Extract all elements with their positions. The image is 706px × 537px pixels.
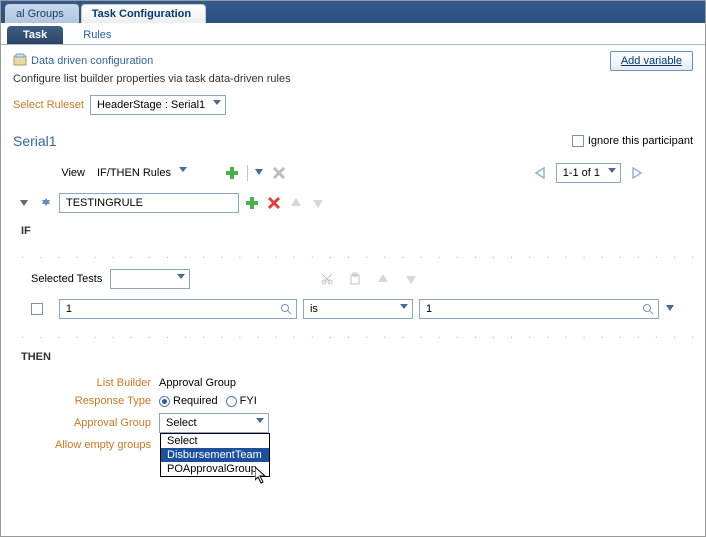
response-fyi-label: FYI (240, 395, 257, 407)
view-value: IF/THEN Rules (97, 167, 171, 179)
response-required-radio[interactable]: Required (159, 395, 218, 407)
condition-menu-button[interactable] (665, 303, 675, 316)
view-row: View IF/THEN Rules 1-1 of 1 (1, 161, 705, 185)
divider-dots: . . . . . . . . . . . . . . . . . . . . … (1, 249, 705, 261)
add-variable-button[interactable]: Add variable (610, 51, 693, 71)
subtab-task[interactable]: Task (7, 26, 63, 44)
pager: 1-1 of 1 (532, 163, 645, 183)
cut-button[interactable] (318, 270, 336, 288)
condition-operator-dropdown[interactable]: is (303, 299, 413, 319)
view-label: View (15, 167, 85, 179)
select-ruleset-label: Select Ruleset (13, 99, 84, 111)
subtab-rules[interactable]: Rules (67, 26, 127, 44)
subtab-bar: Task Rules (1, 23, 705, 45)
page-title: Data driven configuration (31, 55, 153, 67)
condition-row: is (1, 297, 705, 321)
select-ruleset-row: Select Ruleset HeaderStage : Serial1 (13, 95, 693, 115)
approval-group-dropdown[interactable]: Select Select DisbursementTeam POApprova… (159, 413, 269, 433)
top-bar: al Groups Task Configuration (1, 1, 705, 23)
chevron-down-icon (256, 418, 264, 423)
add-rule-button[interactable] (223, 164, 241, 182)
chevron-down-icon[interactable] (254, 167, 264, 180)
pager-range: 1-1 of 1 (563, 167, 600, 179)
serial-title: Serial1 (13, 133, 57, 149)
condition-checkbox[interactable] (31, 303, 43, 315)
add-condition-button[interactable] (243, 194, 261, 212)
move-up-button[interactable] (374, 270, 392, 288)
search-icon (642, 303, 654, 315)
chevron-down-icon (608, 168, 616, 173)
page-title-row: Data driven configuration (13, 53, 153, 70)
divider-dots: . . . . . . . . . . . . . . . . . . . . … (1, 329, 705, 341)
selected-tests-dropdown[interactable] (110, 269, 190, 289)
move-down-button[interactable] (402, 270, 420, 288)
chevron-down-icon (177, 274, 185, 279)
select-ruleset-value: HeaderStage : Serial1 (97, 99, 205, 111)
delete-rule-button[interactable] (270, 164, 288, 182)
radio-checked-icon (159, 396, 170, 407)
if-label: IF (1, 221, 705, 241)
selected-tests-row: Selected Tests (1, 267, 705, 291)
list-builder-label: List Builder (31, 377, 151, 389)
condition-left-input[interactable] (59, 299, 297, 319)
response-type-label: Response Type (31, 395, 151, 407)
tab-approval-groups[interactable]: al Groups (5, 4, 79, 23)
move-up-button[interactable] (287, 194, 305, 212)
tab-task-configuration[interactable]: Task Configuration (81, 4, 206, 23)
rule-row (1, 191, 705, 215)
radio-icon (226, 396, 237, 407)
view-dropdown[interactable]: IF/THEN Rules (91, 163, 191, 183)
paste-button[interactable] (346, 270, 364, 288)
chevron-down-icon (400, 304, 408, 309)
approval-group-option-disbursement[interactable]: DisbursementTeam (161, 448, 269, 462)
next-page-button[interactable] (627, 164, 645, 182)
expand-detail-icon[interactable] (37, 194, 55, 212)
then-label: THEN (1, 347, 705, 367)
page-subtitle: Configure list builder properties via ta… (13, 73, 693, 85)
search-icon (280, 303, 292, 315)
condition-right-input[interactable] (419, 299, 659, 319)
selected-tests-label: Selected Tests (31, 273, 102, 285)
select-ruleset-dropdown[interactable]: HeaderStage : Serial1 (90, 95, 226, 115)
approval-group-menu: Select DisbursementTeam POApprovalGroup (160, 433, 270, 477)
remove-rule-button[interactable] (265, 194, 283, 212)
approval-group-option-select[interactable]: Select (161, 434, 269, 448)
tab-task-configuration-label: Task Configuration (92, 8, 191, 20)
ignore-participant-checkbox[interactable]: Ignore this participant (572, 135, 693, 147)
pager-range-dropdown[interactable]: 1-1 of 1 (556, 163, 621, 183)
approval-group-option-poapproval[interactable]: POApprovalGroup (161, 462, 269, 476)
data-config-icon (13, 53, 27, 70)
header-section: Data driven configuration Add variable C… (1, 45, 705, 121)
response-fyi-radio[interactable]: FYI (226, 395, 257, 407)
approval-group-value: Select (166, 417, 197, 429)
condition-operator-value: is (310, 303, 318, 315)
checkbox-icon (572, 135, 584, 147)
then-block: List Builder Approval Group Response Typ… (1, 367, 705, 455)
chevron-down-icon (213, 100, 221, 105)
list-builder-value: Approval Group (159, 377, 236, 389)
prev-page-button[interactable] (532, 164, 550, 182)
rule-name-input[interactable] (59, 193, 239, 213)
collapse-icon[interactable] (15, 194, 33, 212)
move-down-button[interactable] (309, 194, 327, 212)
approval-group-label: Approval Group (31, 417, 151, 429)
serial-bar: Serial1 Ignore this participant (1, 129, 705, 153)
condition-right-field[interactable] (420, 301, 658, 317)
response-required-label: Required (173, 395, 218, 407)
divider (247, 165, 248, 181)
allow-empty-groups-label: Allow empty groups (31, 439, 151, 451)
condition-left-field[interactable] (60, 301, 296, 317)
ignore-participant-label: Ignore this participant (588, 135, 693, 147)
chevron-down-icon (179, 167, 187, 172)
